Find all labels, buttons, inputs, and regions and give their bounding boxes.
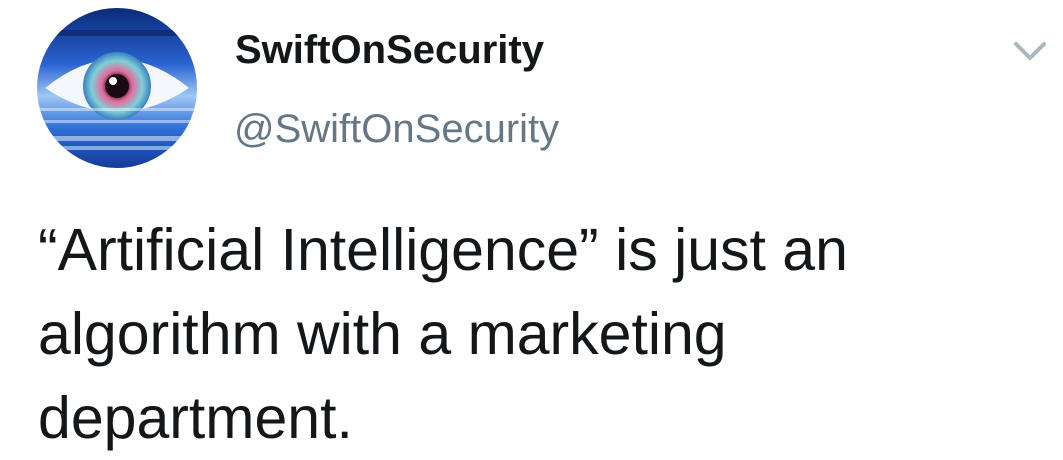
- tweet-text: “Artificial Intelligence” is just an alg…: [38, 217, 848, 451]
- tweet-menu-button[interactable]: [1010, 36, 1050, 64]
- tweet-card: SwiftOnSecurity @SwiftOnSecurity “Artifi…: [0, 0, 1063, 451]
- eye-icon: [37, 8, 197, 168]
- author-handle[interactable]: @SwiftOnSecurity: [234, 105, 559, 153]
- author-display-name[interactable]: SwiftOnSecurity: [235, 26, 544, 74]
- chevron-down-icon: [1014, 42, 1046, 60]
- avatar[interactable]: [37, 8, 197, 168]
